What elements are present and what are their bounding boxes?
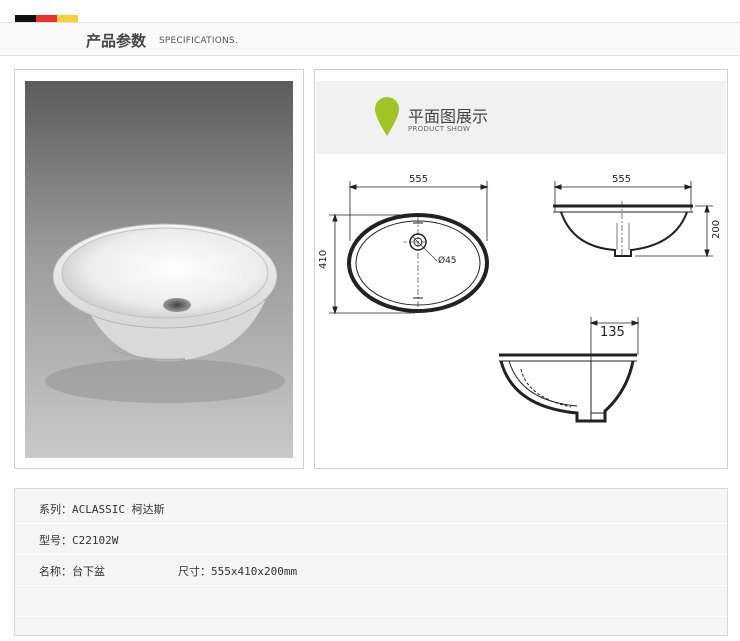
- spec-model: 型号：C22102W: [39, 534, 119, 547]
- spec-table: 系列：ACLASSIC 柯达斯 型号：C22102W 名称：台下盆 尺寸：555…: [14, 488, 728, 636]
- product-show-title: 平面图展示: [408, 107, 489, 126]
- side-view-drawing: [553, 181, 713, 258]
- color-strip-yellow: [57, 15, 78, 22]
- section-offset-label: 135: [600, 325, 625, 340]
- top-width-label: 555: [409, 174, 428, 185]
- drain-diameter-label: Ø45: [438, 255, 457, 266]
- spec-row-empty-2: [15, 611, 727, 641]
- section-title: 产品参数: [86, 32, 147, 50]
- spec-row-series: 系列：ACLASSIC 柯达斯: [15, 493, 727, 524]
- color-strip-black: [15, 15, 36, 22]
- location-pin-icon: [375, 97, 399, 136]
- color-strip-red: [36, 15, 57, 22]
- product-photo-frame: [14, 69, 304, 469]
- spec-name: 名称：台下盆: [39, 565, 105, 578]
- spec-row-model: 型号：C22102W: [15, 524, 727, 555]
- spec-row-name-size: 名称：台下盆 尺寸：555x410x200mm: [15, 555, 727, 586]
- product-show-subtitle: PRODUCT SHOW: [408, 125, 471, 133]
- product-show-header: 平面图展示 PRODUCT SHOW: [316, 81, 726, 154]
- product-photo: [25, 81, 293, 458]
- side-height-label: 200: [711, 220, 722, 239]
- section-header: 产品参数 SPECIFICATIONS.: [0, 22, 740, 56]
- top-depth-label: 410: [318, 250, 329, 269]
- color-strip: [15, 15, 78, 22]
- spec-series: 系列：ACLASSIC 柯达斯: [39, 503, 165, 516]
- basin-photo-image: [25, 81, 293, 458]
- technical-drawings: 555 410 Ø45 555 200 135: [318, 174, 722, 423]
- top-view-drawing: [329, 181, 489, 315]
- side-width-label: 555: [612, 174, 631, 185]
- spec-size: 尺寸：555x410x200mm: [178, 565, 298, 578]
- product-show-panel: 平面图展示 PRODUCT SHOW 555 410 Ø45 555 200 1…: [314, 69, 728, 469]
- section-subtitle: SPECIFICATIONS.: [159, 36, 238, 46]
